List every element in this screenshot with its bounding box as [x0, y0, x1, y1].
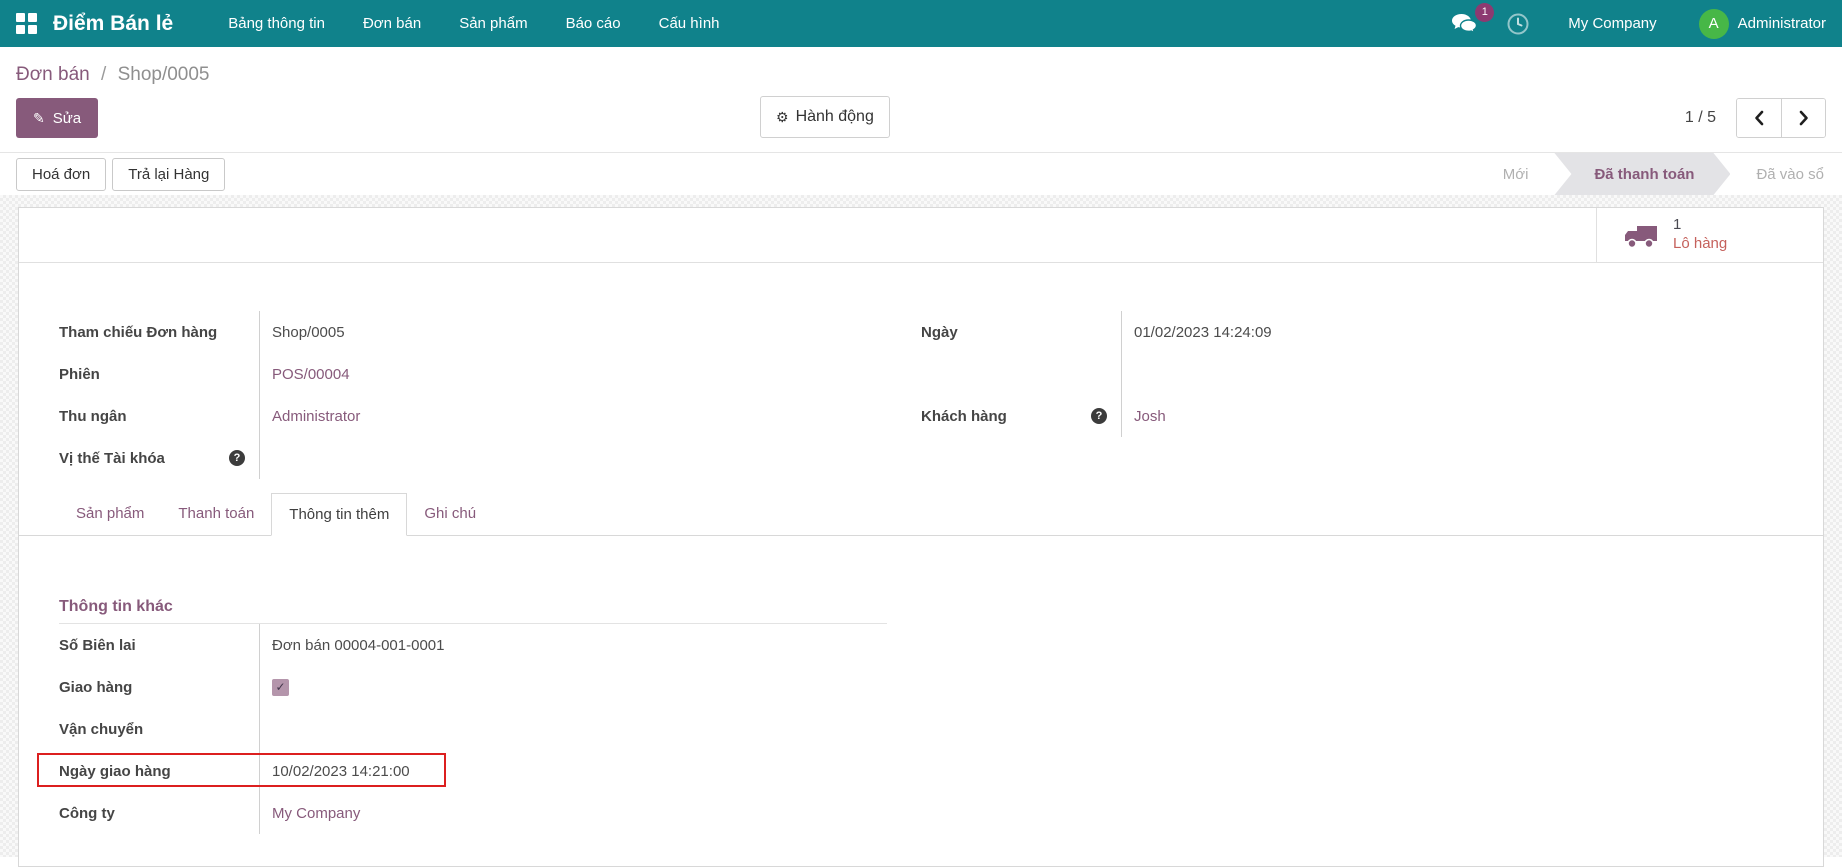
- breadcrumb: Đơn bán / Shop/0005: [0, 47, 1842, 90]
- menu-config[interactable]: Cấu hình: [640, 0, 739, 47]
- field-label: Thu ngân: [59, 395, 259, 437]
- notebook-tabs: Sản phẩm Thanh toán Thông tin thêm Ghi c…: [19, 493, 1823, 536]
- field-label: Ngày giao hàng: [59, 750, 259, 792]
- form-sheet: 1 Lô hàng Tham chiếu Đơn hàng Shop/0005 …: [18, 207, 1824, 867]
- field-label: Vị thế Tài khóa ?: [59, 437, 259, 479]
- gear-icon: ⚙: [776, 109, 789, 126]
- field-row-order-ref: Tham chiếu Đơn hàng Shop/0005: [59, 311, 921, 353]
- field-value: Shop/0005: [259, 311, 921, 353]
- field-row-cashier: Thu ngân Administrator: [59, 395, 921, 437]
- status-posted[interactable]: Đã vào sổ: [1730, 153, 1842, 195]
- field-label: Tham chiếu Đơn hàng: [59, 311, 259, 353]
- field-row-delivery: Giao hàng ✓: [59, 666, 887, 708]
- activity-clock-icon[interactable]: [1492, 12, 1544, 36]
- field-value: [259, 437, 921, 479]
- status-paid: Đã thanh toán: [1554, 153, 1730, 195]
- cashier-link[interactable]: Administrator: [272, 408, 360, 425]
- other-info-group: Số Biên lai Đơn bán 00004-001-0001 Giao …: [59, 624, 887, 834]
- return-products-button[interactable]: Trả lại Hàng: [112, 158, 225, 191]
- field-group: Tham chiếu Đơn hàng Shop/0005 Phiên POS/…: [59, 311, 1783, 479]
- menu-products[interactable]: Sản phẩm: [440, 0, 546, 47]
- field-row-shipping: Vận chuyển: [59, 708, 887, 750]
- company-switcher[interactable]: My Company: [1544, 15, 1680, 32]
- field-value: 10/02/2023 14:21:00: [259, 750, 887, 792]
- status-new[interactable]: Mới: [1477, 153, 1555, 195]
- breadcrumb-separator: /: [95, 64, 112, 85]
- pager-previous-button[interactable]: [1737, 99, 1781, 137]
- field-label: Vận chuyển: [59, 708, 259, 750]
- field-label: Khách hàng ?: [921, 395, 1121, 437]
- company-link[interactable]: My Company: [272, 805, 360, 822]
- tab-notes[interactable]: Ghi chú: [407, 493, 493, 536]
- chevron-right-icon: [1798, 110, 1810, 126]
- field-value: My Company: [259, 792, 887, 834]
- breadcrumb-parent-link[interactable]: Đơn bán: [16, 64, 90, 85]
- user-name: Administrator: [1738, 15, 1826, 32]
- menu-dashboard[interactable]: Bảng thông tin: [209, 0, 344, 47]
- main-menu: Bảng thông tin Đơn bán Sản phẩm Báo cáo …: [209, 0, 738, 47]
- pager-counter: 1 / 5: [1685, 109, 1716, 127]
- tab-content-extra-info: Thông tin khác Số Biên lai Đơn bán 00004…: [59, 536, 1783, 834]
- delivery-checkbox-checked[interactable]: ✓: [272, 679, 289, 696]
- user-menu[interactable]: A Administrator: [1681, 9, 1826, 39]
- session-link[interactable]: POS/00004: [272, 366, 350, 383]
- field-value: Administrator: [259, 395, 921, 437]
- pencil-icon: ✎: [33, 110, 45, 127]
- field-group-left: Tham chiếu Đơn hàng Shop/0005 Phiên POS/…: [59, 311, 921, 479]
- field-row-receipt: Số Biên lai Đơn bán 00004-001-0001: [59, 624, 887, 666]
- avatar: A: [1699, 9, 1729, 39]
- shipments-smart-button[interactable]: 1 Lô hàng: [1596, 208, 1823, 262]
- menu-reports[interactable]: Báo cáo: [547, 0, 640, 47]
- edit-button[interactable]: ✎ Sửa: [16, 98, 98, 138]
- status-row: Hoá đơn Trả lại Hàng Mới Đã thanh toán Đ…: [0, 152, 1842, 195]
- shipments-label: Lô hàng: [1673, 235, 1727, 254]
- apps-grid-icon[interactable]: [16, 13, 37, 34]
- field-row-fiscal-position: Vị thế Tài khóa ?: [59, 437, 921, 479]
- field-row-customer: Khách hàng ? Josh: [921, 395, 1783, 437]
- top-navbar: Điểm Bán lẻ Bảng thông tin Đơn bán Sản p…: [0, 0, 1842, 47]
- field-value: Josh: [1121, 395, 1783, 437]
- invoice-button[interactable]: Hoá đơn: [16, 158, 106, 191]
- help-icon[interactable]: ?: [1091, 408, 1107, 424]
- button-box: 1 Lô hàng: [19, 208, 1823, 263]
- tab-products[interactable]: Sản phẩm: [59, 493, 161, 536]
- truck-icon: [1623, 222, 1659, 249]
- tab-payments[interactable]: Thanh toán: [161, 493, 271, 536]
- app-brand[interactable]: Điểm Bán lẻ: [53, 12, 173, 36]
- field-label: Phiên: [59, 353, 259, 395]
- breadcrumb-current: Shop/0005: [118, 64, 210, 85]
- chevron-left-icon: [1753, 110, 1765, 126]
- pager: 1 / 5: [1685, 98, 1826, 138]
- tab-extra-info[interactable]: Thông tin thêm: [271, 493, 407, 536]
- field-row-date: Ngày 01/02/2023 14:24:09: [921, 311, 1783, 353]
- control-panel: ✎ Sửa ⚙ Hành động 1 / 5: [0, 90, 1842, 152]
- statusbar: Mới Đã thanh toán Đã vào sổ: [1477, 153, 1842, 195]
- section-title: Thông tin khác: [59, 598, 887, 624]
- field-row-delivery-date: Ngày giao hàng 10/02/2023 14:21:00: [59, 750, 887, 792]
- form-view-background: 1 Lô hàng Tham chiếu Đơn hàng Shop/0005 …: [0, 195, 1842, 857]
- field-label: Ngày: [921, 311, 1121, 353]
- field-row-session: Phiên POS/00004: [59, 353, 921, 395]
- field-value: Đơn bán 00004-001-0001: [259, 624, 887, 666]
- menu-orders[interactable]: Đơn bán: [344, 0, 440, 47]
- action-button[interactable]: ⚙ Hành động: [760, 96, 890, 138]
- help-icon[interactable]: ?: [229, 450, 245, 466]
- field-row-spacer: [921, 353, 1783, 395]
- field-value: 01/02/2023 14:24:09: [1121, 311, 1783, 353]
- field-label: Công ty: [59, 792, 259, 834]
- field-label: Giao hàng: [59, 666, 259, 708]
- field-label: Số Biên lai: [59, 624, 259, 666]
- field-row-company: Công ty My Company: [59, 792, 887, 834]
- field-value: ✓: [259, 666, 887, 708]
- field-group-right: Ngày 01/02/2023 14:24:09 Khách hàng ? Jo…: [921, 311, 1783, 479]
- shipments-count: 1: [1673, 216, 1727, 235]
- field-value: POS/00004: [259, 353, 921, 395]
- pager-next-button[interactable]: [1781, 99, 1825, 137]
- field-value: [259, 708, 887, 750]
- messages-icon[interactable]: 1: [1437, 13, 1492, 35]
- customer-link[interactable]: Josh: [1134, 408, 1166, 425]
